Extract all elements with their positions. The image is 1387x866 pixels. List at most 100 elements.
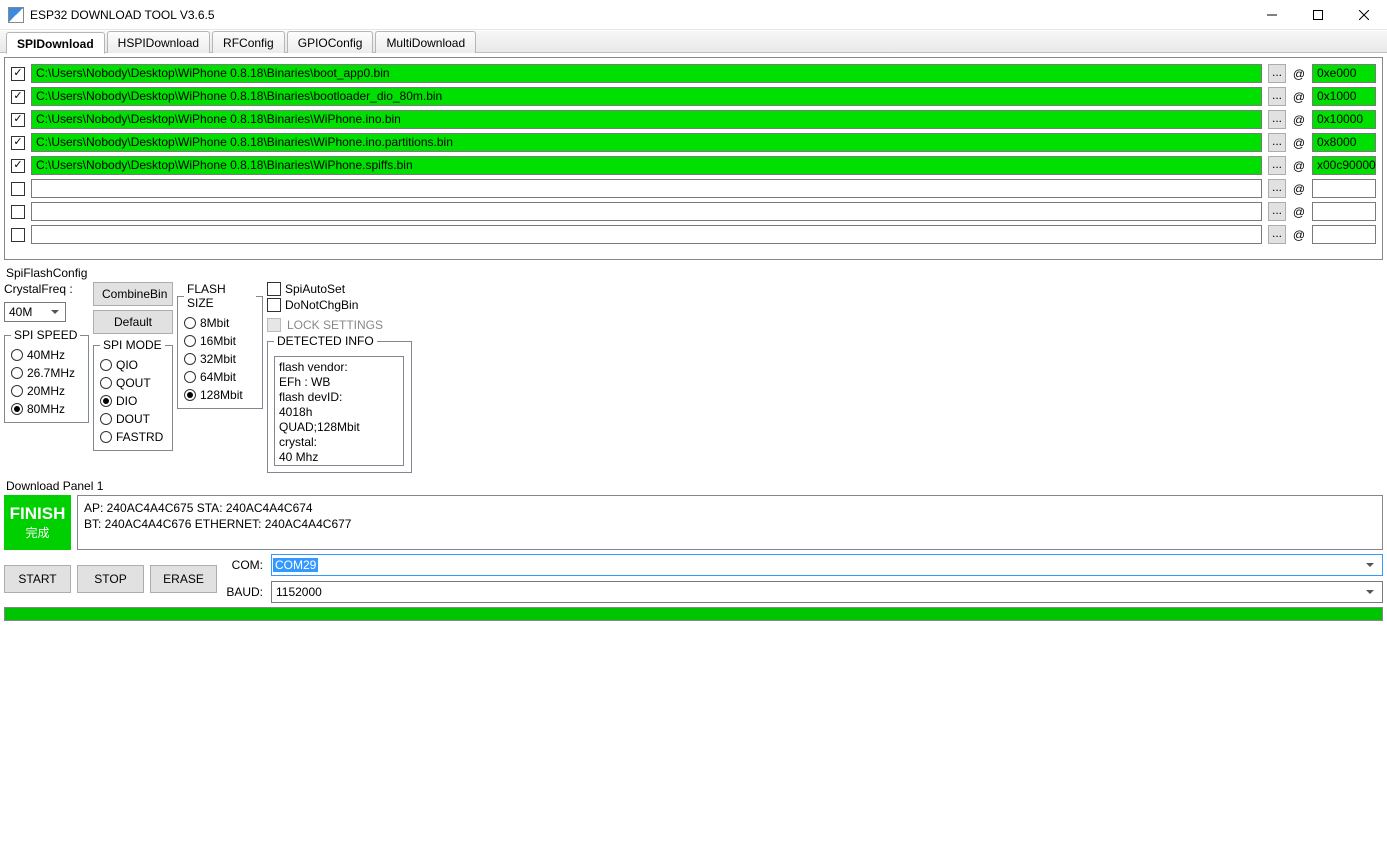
radio-8mbit[interactable]: 8Mbit [184,316,256,330]
stop-button[interactable]: STOP [77,565,144,593]
radio-16mbit[interactable]: 16Mbit [184,334,256,348]
tab-multidownload[interactable]: MultiDownload [375,31,476,53]
detected-info-text[interactable]: flash vendor: EFh : WB flash devID: 4018… [274,356,404,466]
finish-label-cn: 完成 [25,524,49,541]
maximize-button[interactable] [1295,0,1341,30]
browse-button[interactable]: ... [1268,179,1286,198]
crystal-value: 40M [9,305,32,319]
file-row: C:\Users\Nobody\Desktop\WiPhone 0.8.18\B… [11,133,1376,152]
file-address-input[interactable]: 0x10000 [1312,110,1376,129]
browse-button[interactable]: ... [1268,202,1286,221]
baud-label: BAUD: [223,585,263,599]
tab-bar: SPIDownloadHSPIDownloadRFConfigGPIOConfi… [0,30,1387,53]
app-icon [8,7,24,23]
file-address-input[interactable]: 0xe000 [1312,64,1376,83]
browse-button[interactable]: ... [1268,64,1286,83]
radio-label: DIO [116,394,137,408]
file-path-input[interactable]: C:\Users\Nobody\Desktop\WiPhone 0.8.18\B… [31,87,1262,106]
tab-rfconfig[interactable]: RFConfig [212,31,285,53]
spiautoset-row[interactable]: SpiAutoSet [267,282,412,296]
donotchg-checkbox[interactable] [267,298,281,312]
radio-label: 8Mbit [200,316,229,330]
baud-value: 1152000 [276,585,322,599]
com-select[interactable]: COM29 [271,554,1383,576]
file-checkbox[interactable] [11,90,25,104]
crystal-label: CrystalFreq : [4,282,89,296]
erase-button[interactable]: ERASE [150,565,217,593]
close-button[interactable] [1341,0,1387,30]
file-row: C:\Users\Nobody\Desktop\WiPhone 0.8.18\B… [11,87,1376,106]
default-button[interactable]: Default [93,310,173,334]
radio-32mbit[interactable]: 32Mbit [184,352,256,366]
file-checkbox[interactable] [11,67,25,81]
radio-dout[interactable]: DOUT [100,412,166,426]
radio-dot [184,389,196,401]
file-address-input[interactable] [1312,225,1376,244]
file-row: C:\Users\Nobody\Desktop\WiPhone 0.8.18\B… [11,64,1376,83]
file-row: C:\Users\Nobody\Desktop\WiPhone 0.8.18\B… [11,156,1376,175]
file-path-input[interactable] [31,179,1262,198]
radio-80mhz[interactable]: 80MHz [11,402,82,416]
file-address-input[interactable] [1312,202,1376,221]
radio-qio[interactable]: QIO [100,358,166,372]
at-symbol: @ [1292,113,1306,127]
file-path-input[interactable]: C:\Users\Nobody\Desktop\WiPhone 0.8.18\B… [31,64,1262,83]
file-checkbox[interactable] [11,113,25,127]
file-checkbox[interactable] [11,205,25,219]
radio-128mbit[interactable]: 128Mbit [184,388,256,402]
file-checkbox[interactable] [11,228,25,242]
file-checkbox[interactable] [11,182,25,196]
file-address-input[interactable]: x00c90000 [1312,156,1376,175]
file-address-input[interactable]: 0x1000 [1312,87,1376,106]
browse-button[interactable]: ... [1268,156,1286,175]
tab-hspidownload[interactable]: HSPIDownload [107,31,210,53]
radio-26-7mhz[interactable]: 26.7MHz [11,366,82,380]
tab-gpioconfig[interactable]: GPIOConfig [287,31,374,53]
file-address-input[interactable] [1312,179,1376,198]
download-panel-label: Download Panel 1 [0,477,1387,495]
radio-dot [11,349,23,361]
spi-speed-label: SPI SPEED [11,328,80,342]
spiautoset-label: SpiAutoSet [285,282,345,296]
radio-qout[interactable]: QOUT [100,376,166,390]
file-checkbox[interactable] [11,136,25,150]
radio-40mhz[interactable]: 40MHz [11,348,82,362]
spi-mode-label: SPI MODE [100,338,165,352]
file-checkbox[interactable] [11,159,25,173]
spiautoset-checkbox[interactable] [267,282,281,296]
combinebin-button[interactable]: CombineBin [93,282,173,306]
radio-label: 20MHz [27,384,65,398]
radio-20mhz[interactable]: 20MHz [11,384,82,398]
radio-dio[interactable]: DIO [100,394,166,408]
browse-button[interactable]: ... [1268,87,1286,106]
tab-spidownload[interactable]: SPIDownload [6,32,105,54]
file-path-input[interactable]: C:\Users\Nobody\Desktop\WiPhone 0.8.18\B… [31,156,1262,175]
file-path-input[interactable] [31,202,1262,221]
browse-button[interactable]: ... [1268,110,1286,129]
mac-info-box[interactable]: AP: 240AC4A4C675 STA: 240AC4A4C674 BT: 2… [77,495,1383,550]
file-path-input[interactable] [31,225,1262,244]
radio-dot [100,431,112,443]
radio-fastrd[interactable]: FASTRD [100,430,166,444]
at-symbol: @ [1292,90,1306,104]
file-address-input[interactable]: 0x8000 [1312,133,1376,152]
radio-dot [184,371,196,383]
file-path-input[interactable]: C:\Users\Nobody\Desktop\WiPhone 0.8.18\B… [31,133,1262,152]
title-bar: ESP32 DOWNLOAD TOOL V3.6.5 [0,0,1387,30]
browse-button[interactable]: ... [1268,225,1286,244]
progress-bar [4,607,1383,621]
radio-dot [11,403,23,415]
donotchg-label: DoNotChgBin [285,298,358,312]
radio-64mbit[interactable]: 64Mbit [184,370,256,384]
finish-label-en: FINISH [10,504,66,524]
file-list[interactable]: C:\Users\Nobody\Desktop\WiPhone 0.8.18\B… [5,58,1382,259]
browse-button[interactable]: ... [1268,133,1286,152]
radio-label: 32Mbit [200,352,236,366]
file-path-input[interactable]: C:\Users\Nobody\Desktop\WiPhone 0.8.18\B… [31,110,1262,129]
crystal-select[interactable]: 40M [4,302,66,322]
donotchg-row[interactable]: DoNotChgBin [267,298,412,312]
radio-dot [184,317,196,329]
start-button[interactable]: START [4,565,71,593]
baud-select[interactable]: 1152000 [271,581,1383,603]
minimize-button[interactable] [1249,0,1295,30]
